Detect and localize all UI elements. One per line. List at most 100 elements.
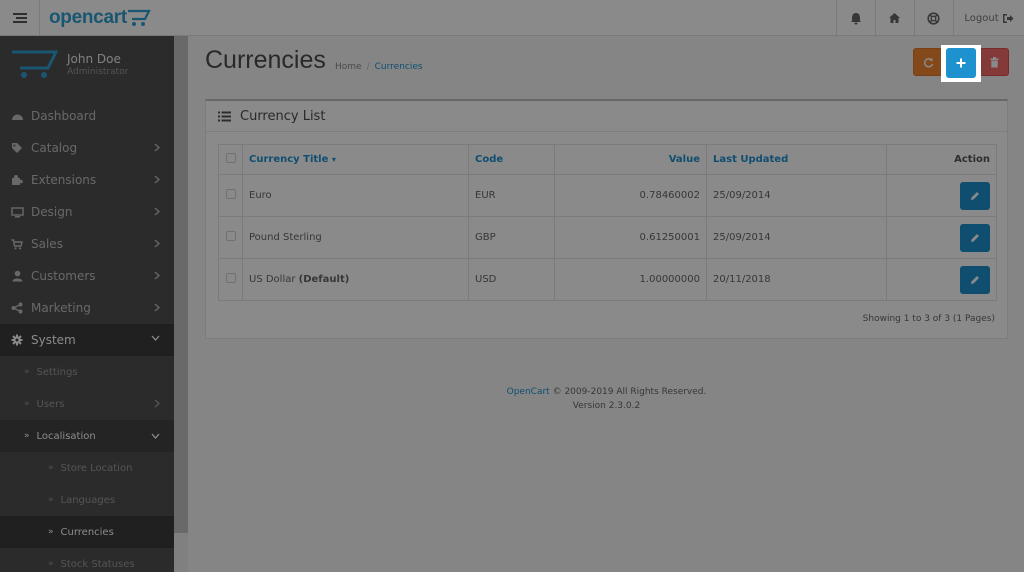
menu-icon (12, 13, 27, 23)
table-row: Pound Sterling GBP 0.61250001 25/09/2014 (218, 216, 997, 259)
profile-role: Administrator (67, 67, 129, 77)
col-value[interactable]: Value (554, 144, 707, 175)
currency-table: Currency Title ▾ Code Value Last Updated… (218, 144, 997, 301)
delete-button[interactable] (979, 48, 1009, 76)
cell-action (886, 216, 997, 259)
logout-label: Logout (964, 12, 999, 24)
sidebar-subitem-store-location[interactable]: » Store Location (0, 452, 174, 484)
row-checkbox[interactable] (225, 189, 236, 199)
chevron-right-icon (154, 271, 160, 280)
sidebar-item-label: Dashboard (31, 109, 97, 123)
currency-title-text: US Dollar (249, 274, 296, 285)
pencil-icon (971, 191, 979, 200)
footer-copyright: © 2009-2019 All Rights Reserved. (552, 387, 707, 397)
col-code[interactable]: Code (468, 144, 555, 175)
col-currency-title[interactable]: Currency Title ▾ (242, 144, 469, 175)
cell-value: 0.78460002 (554, 174, 707, 217)
add-new-button[interactable] (946, 48, 976, 78)
cell-value: 0.61250001 (554, 216, 707, 259)
cart-icon (10, 238, 24, 250)
sidebar-subitem-stock-statuses[interactable]: » Stock Statuses (0, 548, 174, 572)
sidebar-subitem-localisation[interactable]: » Localisation (0, 420, 174, 452)
sidebar-item-extensions[interactable]: Extensions (0, 164, 174, 196)
table-header-row: Currency Title ▾ Code Value Last Updated… (218, 144, 997, 175)
sidebar-subitem-settings[interactable]: » Settings (0, 356, 174, 388)
row-select-cell (218, 174, 243, 217)
sidebar-item-marketing[interactable]: Marketing (0, 292, 174, 324)
select-all-checkbox[interactable] (225, 153, 236, 163)
add-new-button-highlight[interactable] (941, 45, 981, 82)
double-chevron-right-icon: » (48, 527, 54, 537)
sidebar-item-catalog[interactable]: Catalog (0, 132, 174, 164)
help-button[interactable] (914, 0, 952, 36)
logout-icon (1002, 13, 1014, 23)
double-chevron-right-icon: » (24, 367, 30, 377)
sidebar-item-sales[interactable]: Sales (0, 228, 174, 260)
sidebar-item-label: System (31, 333, 76, 347)
row-checkbox[interactable] (225, 231, 236, 241)
footer-opencart-link[interactable]: OpenCart (507, 387, 550, 397)
cell-code: USD (468, 258, 555, 301)
double-chevron-right-icon: » (24, 431, 30, 441)
chevron-right-icon (154, 207, 160, 216)
row-checkbox[interactable] (225, 273, 236, 283)
cell-currency-title: Pound Sterling (242, 216, 469, 259)
sidebar-item-label: Catalog (31, 141, 78, 155)
refresh-icon (923, 57, 933, 67)
sidebar-subitem-label: Languages (60, 494, 116, 506)
trash-icon (990, 56, 998, 67)
refresh-button[interactable] (913, 48, 943, 76)
cell-last-updated: 25/09/2014 (706, 174, 887, 217)
sidebar-subitem-label: Store Location (60, 462, 133, 474)
panel-heading: Currency List (206, 101, 1007, 132)
edit-button[interactable] (960, 265, 990, 294)
col-action: Action (886, 144, 997, 175)
currency-list-panel: Currency List Currency Title ▾ Code Valu… (205, 99, 1008, 339)
panel-title: Currency List (240, 108, 326, 124)
plus-icon (956, 58, 966, 68)
sidebar-subitem-currencies[interactable]: » Currencies (0, 516, 174, 548)
sidebar-subitem-label: Users (36, 398, 65, 410)
sort-caret-icon: ▾ (331, 155, 336, 164)
page-title: Currencies (205, 46, 326, 74)
chevron-right-icon (154, 239, 160, 248)
sidebar-subitem-languages[interactable]: » Languages (0, 484, 174, 516)
double-chevron-right-icon: » (48, 495, 54, 505)
breadcrumb-current[interactable]: Currencies (375, 62, 423, 72)
top-header: opencart Logout (0, 0, 1024, 36)
edit-button[interactable] (960, 181, 990, 210)
edit-button[interactable] (960, 223, 990, 252)
menu-toggle-button[interactable] (0, 0, 40, 36)
cell-code: EUR (468, 174, 555, 217)
sidebar-item-label: Customers (31, 269, 96, 283)
footer-version: Version 2.3.0.2 (572, 401, 641, 411)
pagination-results: Showing 1 to 3 of 3 (1 Pages) (862, 314, 995, 324)
footer: OpenCart © 2009-2019 All Rights Reserved… (205, 385, 1008, 413)
cell-last-updated: 20/11/2018 (706, 258, 887, 301)
cell-action (886, 258, 997, 301)
opencart-logo[interactable]: opencart (49, 6, 151, 30)
share-icon (10, 302, 24, 314)
logout-button[interactable]: Logout (953, 0, 1024, 36)
user-profile[interactable]: John Doe Administrator (0, 36, 174, 100)
breadcrumb-home[interactable]: Home (335, 62, 362, 72)
sidebar-item-system[interactable]: System (0, 324, 174, 356)
sidebar-item-design[interactable]: Design (0, 196, 174, 228)
col-last-updated[interactable]: Last Updated (706, 144, 887, 175)
logo-text: opencart (49, 7, 127, 28)
sidebar-subitem-users[interactable]: » Users (0, 388, 174, 420)
cell-action (886, 174, 997, 217)
list-icon (218, 111, 231, 121)
sidebar-item-dashboard[interactable]: Dashboard (0, 100, 174, 132)
sidebar-item-customers[interactable]: Customers (0, 260, 174, 292)
cell-value: 1.00000000 (554, 258, 707, 301)
user-icon (10, 270, 24, 282)
home-button[interactable] (875, 0, 913, 36)
bell-icon (850, 12, 861, 24)
pencil-icon (971, 233, 979, 242)
double-chevron-right-icon: » (48, 559, 54, 569)
sidebar-subitem-label: Stock Statuses (60, 558, 135, 570)
chevron-right-icon (154, 399, 160, 408)
sidebar-scrollbar[interactable] (174, 36, 188, 533)
notifications-button[interactable] (836, 0, 874, 36)
